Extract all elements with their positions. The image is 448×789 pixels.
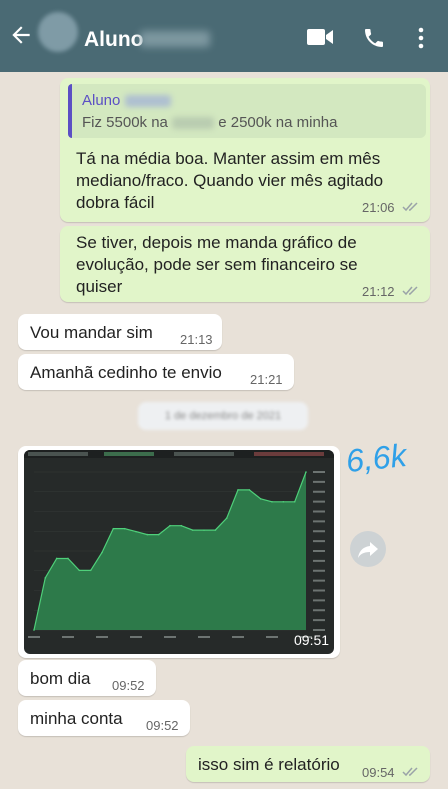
contact-name-redacted: [140, 31, 210, 47]
message-time: 09:52: [112, 678, 145, 693]
chart-tick-label: [313, 500, 325, 503]
message-text: bom dia: [30, 669, 91, 688]
video-camera-icon[interactable]: [306, 26, 334, 48]
image-message[interactable]: 09:51: [18, 446, 340, 658]
chart-point: [169, 524, 171, 527]
chart-tick-label: [313, 569, 325, 572]
message-time: 09:54: [362, 765, 395, 780]
chart-point: [67, 557, 69, 560]
read-ticks-icon: [402, 202, 418, 212]
message-line: Se tiver, depois me manda gráfico de: [76, 233, 357, 252]
chart-tick-label: [232, 636, 244, 638]
chart-point: [271, 501, 273, 503]
message-line: evolução, pode ser sem financeiro se: [76, 255, 358, 274]
chart-tick-label: [313, 471, 325, 473]
chart-point: [78, 569, 81, 572]
message-line: dobra fácil: [76, 193, 155, 212]
chart-point: [305, 471, 307, 473]
chart-point: [282, 501, 285, 503]
chart-point: [225, 517, 228, 520]
message-line: quiser: [76, 277, 123, 296]
quote-text: Fiz 5500k na e 2500k na minha: [82, 114, 338, 131]
forward-icon: [358, 542, 378, 558]
chart-tick-label: [313, 540, 325, 543]
chart-point: [259, 498, 262, 500]
forward-button[interactable]: [350, 531, 386, 567]
handwritten-annotation: 6,6k: [344, 436, 409, 480]
chart-point: [135, 530, 137, 533]
chart-tick-label: [313, 490, 325, 493]
phone-icon[interactable]: [362, 26, 386, 50]
message-time: 21:12: [362, 284, 395, 299]
chart-point: [248, 489, 251, 491]
chart-tick-label: [313, 589, 325, 592]
chart-point: [180, 524, 183, 527]
chart-tick-label: [96, 636, 108, 638]
chart-tick-label: [28, 636, 40, 638]
date-separator: 1 de dezembro de 2021: [138, 402, 308, 430]
message-text: Tá na média boa. Manter assim em mês med…: [76, 148, 383, 214]
read-ticks-icon: [402, 286, 418, 296]
message-text: Amanhã cedinho te envio: [30, 363, 222, 382]
message-time: 21:13: [180, 332, 213, 347]
chart-point: [203, 529, 205, 531]
message-line: Tá na média boa. Manter assim em mês: [76, 149, 381, 168]
chart-header-blur: [174, 452, 234, 456]
chart-tick-label: [130, 636, 142, 638]
quoted-message[interactable]: Aluno Fiz 5500k na e 2500k na minha: [68, 84, 426, 138]
evolution-chart: [24, 450, 334, 638]
chat-header: Aluno: [0, 0, 448, 72]
more-vertical-icon[interactable]: [414, 26, 428, 50]
chart-point: [157, 533, 160, 536]
chart-tick-label: [313, 530, 325, 533]
avatar[interactable]: [38, 12, 78, 52]
chart-header-blur: [254, 452, 324, 456]
chart-point: [123, 527, 126, 530]
chart-tick-label: [313, 559, 325, 562]
message-text: isso sim é relatório: [198, 755, 340, 774]
chart-tick-label: [313, 550, 325, 552]
message-time: 21:06: [362, 200, 395, 215]
chart-tick-label: [313, 579, 325, 582]
chart-tick-label: [313, 609, 325, 612]
chart-header-blur: [28, 452, 88, 456]
chart-tick-label: [164, 636, 176, 638]
arrow-left-icon[interactable]: [8, 22, 34, 48]
chart-tick-label: [62, 636, 74, 638]
chart-point: [101, 551, 103, 554]
chart-tick-label: [266, 636, 278, 638]
message-line: mediano/fraco. Quando vier mês agitado: [76, 171, 384, 190]
quote-author: Aluno: [82, 92, 171, 109]
message-time: 09:52: [146, 718, 179, 733]
chart-tick-label: [313, 599, 325, 602]
chart-point: [33, 629, 35, 631]
chart-tick-label: [313, 480, 325, 483]
chart-point: [44, 577, 47, 579]
chart-tick-label: [313, 629, 325, 631]
image-time: 09:51: [294, 632, 330, 648]
read-ticks-icon: [402, 767, 418, 777]
message-text: Vou mandar sim: [30, 323, 153, 342]
chart-tick-label: [313, 510, 325, 513]
message-text: minha conta: [30, 709, 123, 728]
chart-tick-label: [198, 636, 210, 638]
chart-header-blur: [104, 452, 154, 456]
date-separator-text: 1 de dezembro de 2021: [164, 410, 282, 422]
quote-bar: [68, 84, 72, 138]
chart-image[interactable]: [24, 450, 334, 654]
chart-point: [293, 501, 296, 503]
chart-point: [146, 533, 149, 536]
chart-tick-label: [313, 619, 325, 622]
chart-point: [55, 557, 58, 560]
contact-name[interactable]: Aluno: [84, 28, 143, 52]
chart-point: [237, 489, 239, 491]
message-text: Se tiver, depois me manda gráfico de evo…: [76, 232, 358, 298]
chart-point: [214, 529, 217, 531]
message-time: 21:21: [250, 372, 283, 387]
chart-point: [191, 529, 194, 531]
chart-point: [112, 527, 115, 530]
chart-point: [89, 569, 92, 572]
chart-tick-label: [313, 520, 325, 523]
